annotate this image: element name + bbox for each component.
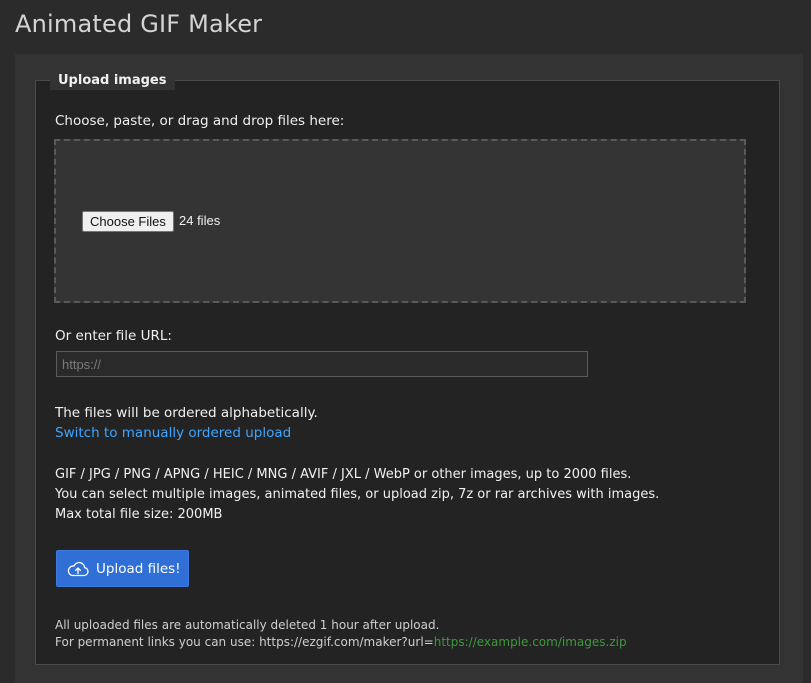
choose-files-button[interactable]: Choose Files (82, 211, 174, 232)
page-title: Animated GIF Maker (15, 10, 263, 38)
upload-button-label: Upload files! (96, 560, 181, 577)
max-size-line: Max total file size: 200MB (55, 507, 223, 522)
manual-order-link[interactable]: Switch to manually ordered upload (55, 425, 291, 441)
auto-delete-note: All uploaded files are automatically del… (55, 618, 440, 632)
format-info: GIF / JPG / PNG / APNG / HEIC / MNG / AV… (55, 465, 659, 525)
upload-fieldset: Upload images Choose, paste, or drag and… (35, 72, 780, 665)
upload-files-button[interactable]: Upload files! (56, 550, 189, 587)
order-note: The files will be ordered alphabetically… (55, 405, 318, 421)
multi-select-line: You can select multiple images, animated… (55, 487, 660, 502)
file-drop-zone[interactable]: Choose Files 24 files (54, 139, 746, 303)
upload-footnote: All uploaded files are automatically del… (55, 617, 627, 651)
upload-panel: Upload images Choose, paste, or drag and… (15, 54, 803, 683)
selected-file-count: 24 files (179, 213, 221, 228)
url-label: Or enter file URL: (55, 328, 172, 344)
formats-line: GIF / JPG / PNG / APNG / HEIC / MNG / AV… (55, 467, 632, 482)
file-url-input[interactable] (56, 351, 588, 377)
choose-files-label: Choose, paste, or drag and drop files he… (55, 113, 345, 129)
permalink-prefix: For permanent links you can use: https:/… (55, 635, 434, 649)
upload-legend: Upload images (50, 72, 175, 90)
permalink-example-link[interactable]: https://example.com/images.zip (434, 635, 627, 649)
cloud-upload-icon (67, 561, 89, 577)
permalink-note: For permanent links you can use: https:/… (55, 634, 627, 651)
